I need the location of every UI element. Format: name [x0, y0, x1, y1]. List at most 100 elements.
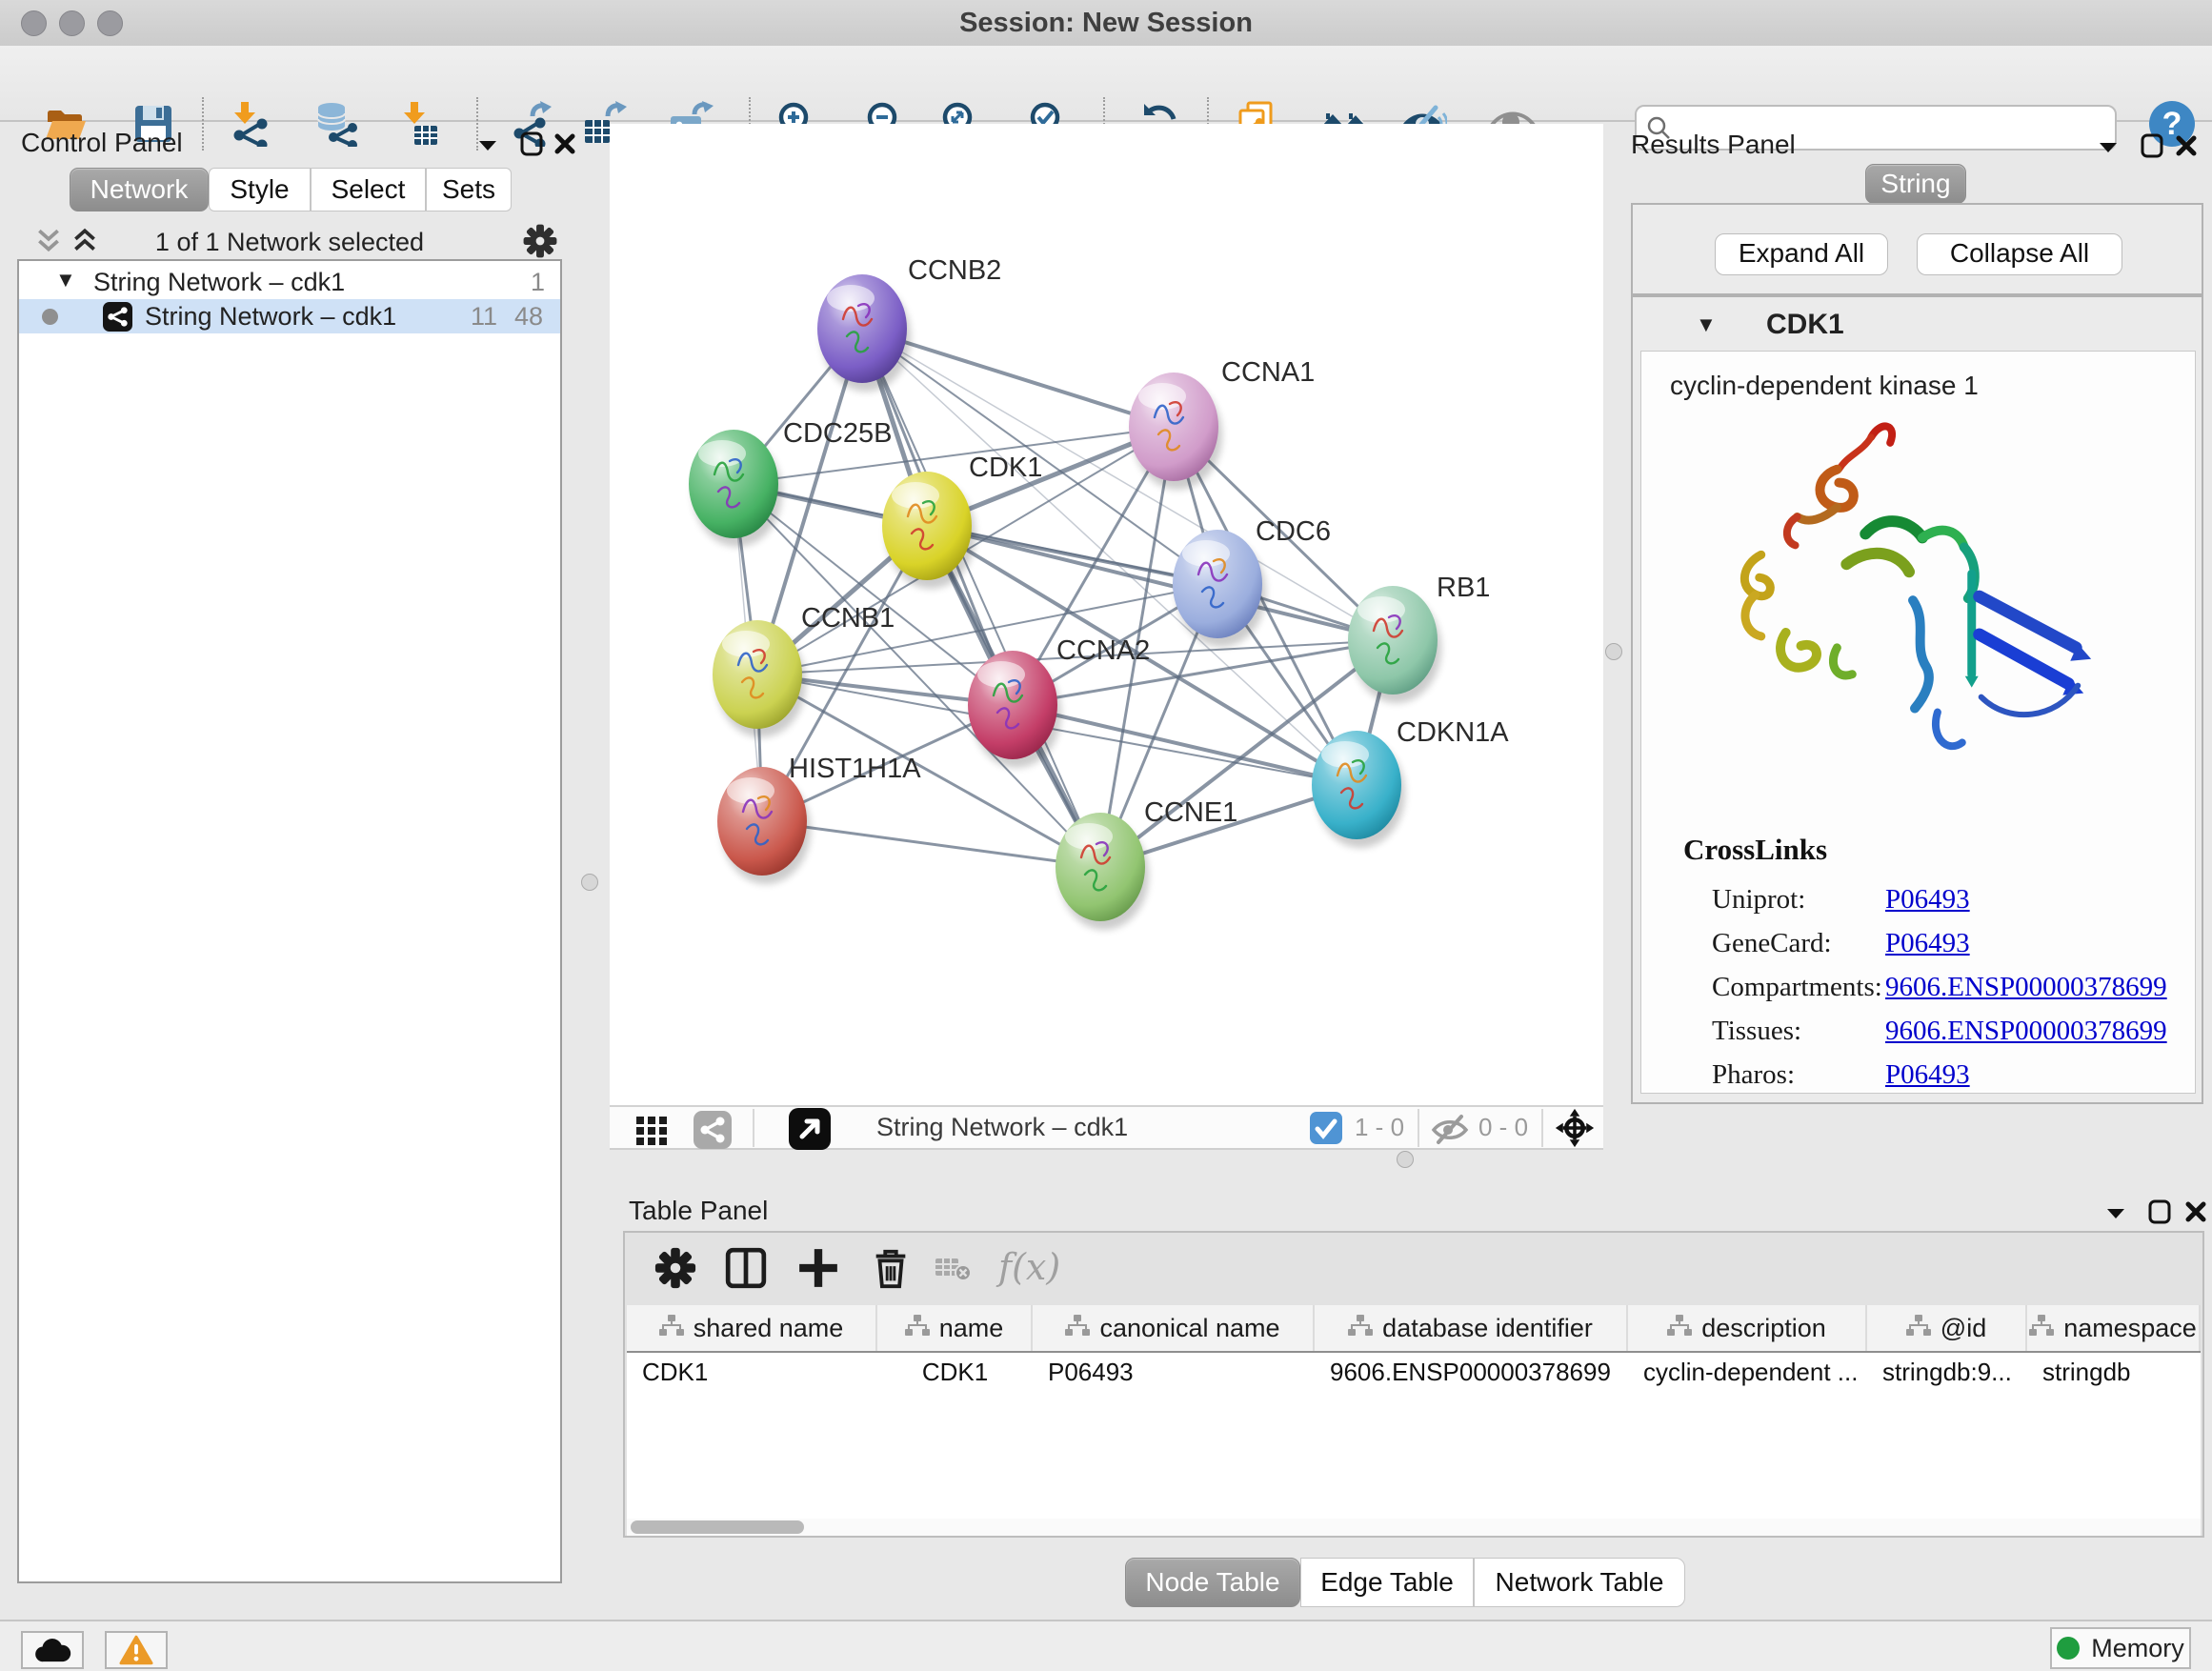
network-row-selected[interactable]: String Network – cdk1 11 48 [19, 299, 560, 333]
panel-close-icon[interactable] [2182, 1198, 2210, 1226]
tab-select[interactable]: Select [311, 168, 426, 211]
cloud-button[interactable] [21, 1631, 84, 1669]
collection-label: String Network – cdk1 [93, 265, 345, 299]
tab-sets[interactable]: Sets [426, 168, 512, 211]
status-bar: Memory [0, 1620, 2212, 1671]
create-column-plus-icon[interactable] [796, 1246, 840, 1290]
node-details-card: cyclin-dependent kinase 1 [1640, 351, 2196, 1094]
selected-checkbox-icon[interactable] [1310, 1112, 1342, 1144]
cytoscape-window: Session: New Session [0, 0, 2212, 1671]
column-header-canonical-name[interactable]: canonical name [1033, 1305, 1315, 1351]
node-details-box: ▼ CDK1 cyclin-dependent kinase 1 [1631, 295, 2203, 1104]
column-type-icon [1348, 1314, 1373, 1343]
string-view-icon[interactable] [694, 1111, 732, 1149]
network-view-toolbar: String Network – cdk1 1 - 0 0 - 0 [610, 1105, 1603, 1150]
crosslink-link[interactable]: 9606.ENSP00000378699 [1885, 1016, 2167, 1047]
column-header-label: namespace [2063, 1314, 2197, 1343]
fit-selected-crosshair-icon[interactable] [1555, 1108, 1595, 1148]
table-settings-gear-icon[interactable] [654, 1246, 697, 1290]
tab-network[interactable]: Network [70, 168, 209, 211]
network-graph[interactable]: CCNB2CCNA1CDC25BCDK1CDC6RB1CCNB1CCNA2CDK… [610, 124, 1603, 1105]
control-panel: Control Panel NetworkStyleSelectSets 1 o… [10, 124, 570, 1586]
crosslink-link[interactable]: P06493 [1885, 928, 1970, 959]
table-cell[interactable]: P06493 [1033, 1358, 1315, 1387]
tab-network-table[interactable]: Network Table [1474, 1558, 1685, 1607]
table-cell[interactable]: cyclin-dependent ... [1628, 1358, 1867, 1387]
crosslink-link[interactable]: P06493 [1885, 884, 1970, 916]
panel-float-icon[interactable] [2145, 1198, 2174, 1226]
window-title: Session: New Session [0, 8, 2212, 39]
memory-label: Memory [2091, 1634, 2184, 1663]
table-horizontal-scrollbar[interactable] [627, 1519, 2201, 1536]
column-header-description[interactable]: description [1628, 1305, 1867, 1351]
tree-expand-triangle-icon[interactable]: ▼ [55, 263, 76, 297]
table-cell[interactable]: 9606.ENSP00000378699 [1315, 1358, 1628, 1387]
svg-text:CCNA2: CCNA2 [1056, 635, 1150, 666]
column-header-name[interactable]: name [877, 1305, 1033, 1351]
delete-table-icon[interactable] [935, 1254, 974, 1284]
table-cell[interactable]: stringdb:9... [1867, 1358, 2027, 1387]
panel-float-icon[interactable] [517, 130, 546, 158]
table-cell[interactable]: CDK1 [877, 1358, 1033, 1387]
network-collection-row[interactable]: ▼ String Network – cdk1 1 [19, 265, 560, 299]
delete-column-trash-icon[interactable] [869, 1246, 913, 1290]
panel-float-icon[interactable] [2138, 131, 2166, 160]
warnings-button[interactable] [105, 1631, 168, 1669]
memory-status-dot [2057, 1637, 2080, 1660]
hidden-eye-slash-icon[interactable] [1431, 1111, 1469, 1149]
svg-text:CCNE1: CCNE1 [1144, 797, 1237, 828]
node-table[interactable]: shared namenamecanonical namedatabase id… [627, 1305, 2201, 1519]
crosslink-label: GeneCard: [1712, 928, 1885, 959]
memory-button[interactable]: Memory [2050, 1627, 2191, 1669]
grid-view-icon[interactable] [633, 1111, 671, 1149]
svg-text:CCNB2: CCNB2 [908, 255, 1001, 286]
panel-menu-chevron-icon[interactable] [473, 131, 502, 160]
network-tree: ▼ String Network – cdk1 1 String Network… [17, 259, 562, 1583]
collection-count: 1 [531, 265, 545, 299]
column-type-icon [1065, 1314, 1090, 1343]
control-panel-title: Control Panel [21, 128, 183, 158]
section-collapse-triangle-icon[interactable]: ▼ [1696, 312, 1717, 337]
panel-menu-chevron-icon[interactable] [2101, 1199, 2130, 1228]
table-cell[interactable]: stringdb [2027, 1358, 2201, 1387]
function-builder-fx-icon[interactable]: f(x) [998, 1246, 1060, 1288]
column-header-namespace[interactable]: namespace [2027, 1305, 2201, 1351]
panel-menu-chevron-icon[interactable] [2094, 133, 2122, 162]
panel-close-icon[interactable] [551, 130, 579, 158]
node-table-header[interactable]: shared namenamecanonical namedatabase id… [627, 1305, 2201, 1353]
toolbar-separator [1418, 1109, 1419, 1147]
table-cell[interactable]: CDK1 [627, 1358, 877, 1387]
column-header-database-identifier[interactable]: database identifier [1315, 1305, 1628, 1351]
tab-style[interactable]: Style [209, 168, 311, 211]
toolbar-separator [753, 1109, 754, 1147]
crosslink-row: Compartments:9606.ENSP00000378699 [1712, 965, 2169, 1009]
tab-edge-table[interactable]: Edge Table [1300, 1558, 1474, 1607]
network-view-title: String Network – cdk1 [876, 1113, 1128, 1142]
crosslink-link[interactable]: P06493 [1885, 1059, 1970, 1091]
column-header-shared-name[interactable]: shared name [627, 1305, 877, 1351]
column-header--id[interactable]: @id [1867, 1305, 2027, 1351]
collapse-all-button[interactable]: Collapse All [1917, 233, 2122, 275]
svg-text:CDC25B: CDC25B [783, 418, 892, 449]
network-options-gear-icon[interactable] [522, 223, 558, 259]
column-type-icon [2029, 1314, 2054, 1343]
show-columns-icon[interactable] [724, 1246, 768, 1290]
column-type-icon [1906, 1314, 1931, 1343]
crosslink-link[interactable]: 9606.ENSP00000378699 [1885, 972, 2167, 1003]
expand-all-button[interactable]: Expand All [1715, 233, 1888, 275]
horizontal-splitter-handle[interactable] [1397, 1151, 1414, 1168]
crosslinks-title: CrossLinks [1683, 833, 1827, 867]
title-bar: Session: New Session [0, 0, 2212, 47]
network-canvas[interactable]: CCNB2CCNA1CDC25BCDK1CDC6RB1CCNB1CCNA2CDK… [610, 124, 1603, 1105]
table-row[interactable]: CDK1CDK1P064939606.ENSP00000378699cyclin… [627, 1353, 2201, 1391]
tab-string[interactable]: String [1865, 164, 1966, 204]
scrollbar-thumb[interactable] [631, 1520, 804, 1534]
left-splitter-handle[interactable] [581, 874, 598, 891]
selection-status: 1 of 1 Network selected [17, 228, 562, 257]
svg-text:CCNB1: CCNB1 [801, 603, 895, 634]
node-table-body[interactable]: CDK1CDK1P064939606.ENSP00000378699cyclin… [627, 1353, 2201, 1391]
tab-node-table[interactable]: Node Table [1125, 1558, 1300, 1607]
current-network-dot-icon [42, 309, 58, 325]
panel-close-icon[interactable] [2172, 131, 2201, 160]
birds-eye-view-icon[interactable] [789, 1108, 831, 1150]
